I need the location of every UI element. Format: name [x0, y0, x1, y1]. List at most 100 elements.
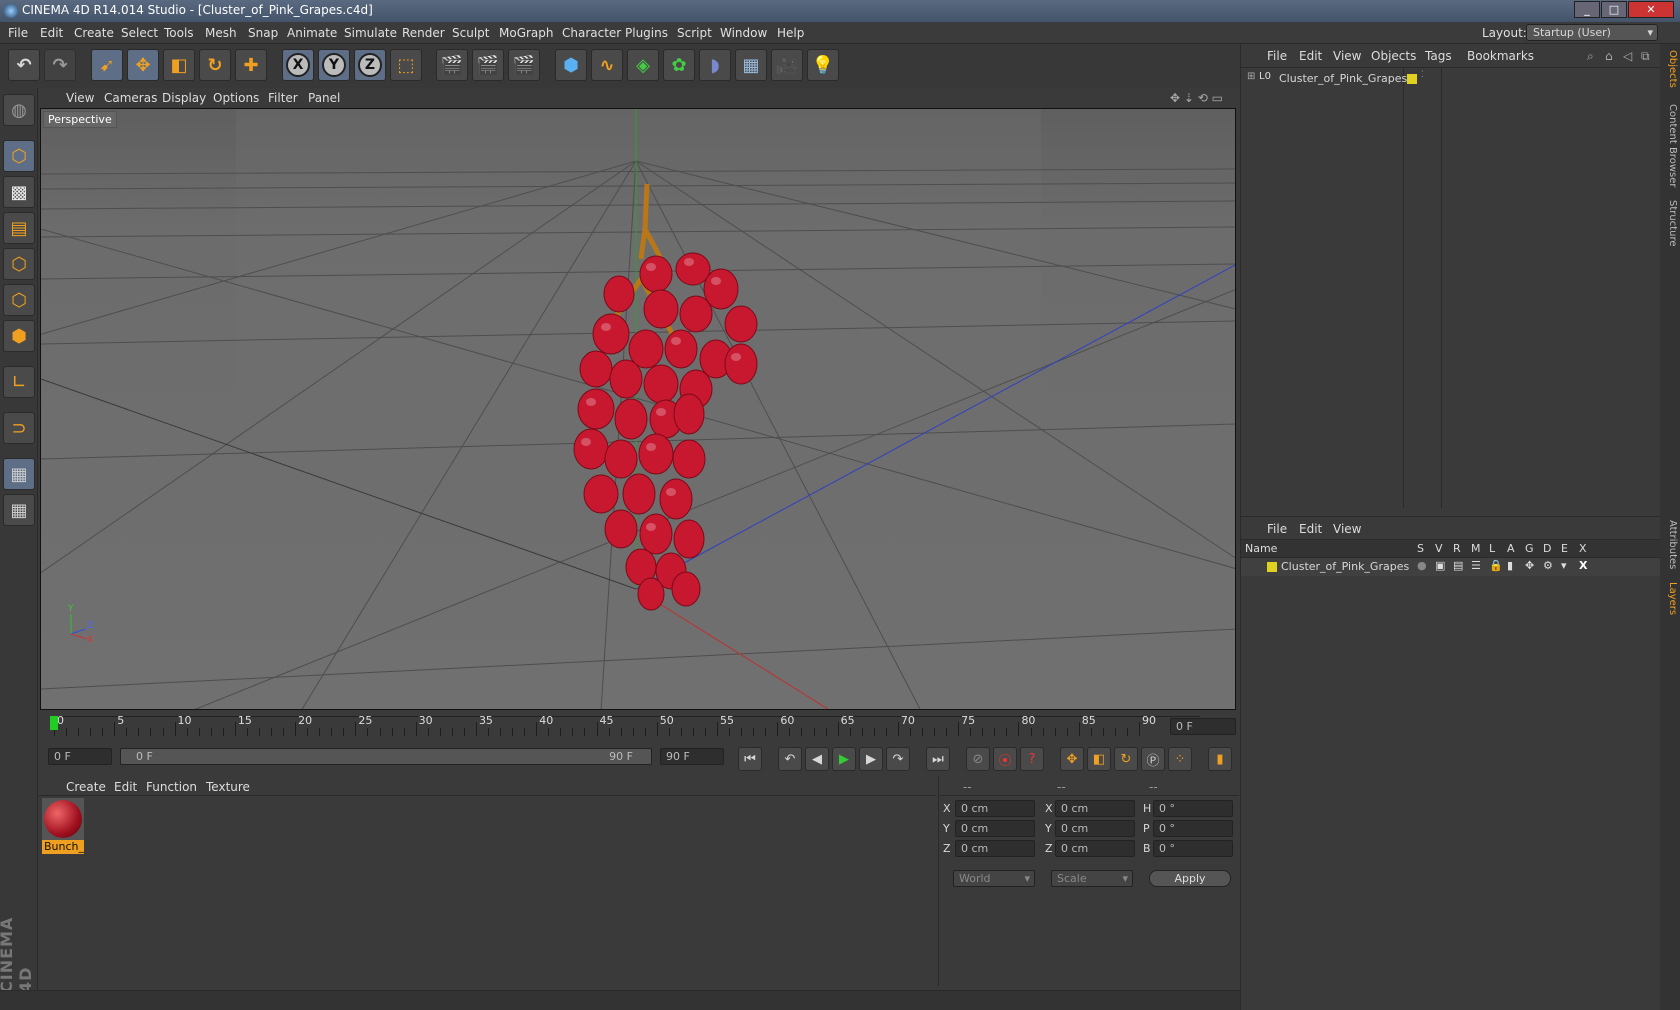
layer-color-icon[interactable] — [1267, 562, 1277, 572]
light-button[interactable]: 💡 — [807, 49, 839, 81]
menu-edit[interactable]: Edit — [40, 26, 63, 40]
key-position-button[interactable]: ✥ — [1060, 747, 1084, 771]
tab-structure[interactable]: Structure — [1662, 200, 1678, 247]
current-frame-field[interactable]: 0 F — [1170, 718, 1236, 735]
cube-primitive-button[interactable]: ⬢ — [555, 49, 587, 81]
previous-key-button[interactable]: ↶ — [778, 747, 802, 771]
view-toggle-icon[interactable]: ▣ — [1435, 559, 1445, 572]
autokey-button[interactable]: ⦿ — [993, 747, 1017, 771]
vp-menu-display[interactable]: Display — [162, 91, 206, 105]
vp-menu-filter[interactable]: Filter — [268, 91, 298, 105]
coord-scale-select[interactable]: Scale ▾ — [1051, 870, 1133, 887]
menu-create[interactable]: Create — [74, 26, 114, 40]
3d-viewport[interactable]: Perspective Y Z X — [40, 108, 1236, 710]
vp-menu-cameras[interactable]: Cameras — [104, 91, 157, 105]
menu-render[interactable]: Render — [402, 26, 445, 40]
obj-menu-tags[interactable]: Tags — [1425, 49, 1452, 63]
key-pla-button[interactable]: ⁘ — [1168, 747, 1192, 771]
maximize-button[interactable]: □ — [1601, 1, 1627, 18]
create-object-button[interactable]: ✚ — [235, 49, 267, 81]
redo-button[interactable]: ↷ — [44, 49, 76, 81]
col-generators[interactable]: G — [1525, 542, 1534, 555]
col-deformers[interactable]: D — [1543, 542, 1551, 555]
menu-tools[interactable]: Tools — [164, 26, 194, 40]
workplane-mode-button[interactable]: ▤ — [3, 212, 35, 244]
frame-range-slider[interactable]: 0 F 90 F — [120, 748, 652, 765]
deformer-toggle-icon[interactable]: ⚙ — [1543, 559, 1553, 572]
material-item[interactable]: Bunch_c — [42, 798, 84, 856]
render-toggle-icon[interactable]: ▤ — [1453, 559, 1463, 572]
tab-layers[interactable]: Layers — [1662, 582, 1678, 615]
z-axis-button[interactable]: Z — [354, 49, 386, 81]
menu-file[interactable]: File — [8, 26, 28, 40]
workplane-rotate-button[interactable]: ▦ — [3, 494, 35, 526]
pos-x-field[interactable]: 0 cm — [955, 800, 1035, 817]
keyframe-selection-button[interactable]: ? — [1020, 747, 1044, 771]
col-solo[interactable]: S — [1417, 542, 1424, 555]
col-expressions[interactable]: E — [1561, 542, 1568, 555]
obj-menu-edit[interactable]: Edit — [1299, 49, 1322, 63]
next-frame-button[interactable]: ▶ — [859, 747, 883, 771]
obj-menu-bookmarks[interactable]: Bookmarks — [1467, 49, 1534, 63]
col-name[interactable]: Name — [1245, 542, 1277, 555]
y-axis-button[interactable]: Y — [318, 49, 350, 81]
rot-b-field[interactable]: 0 ° — [1153, 840, 1233, 857]
layout-select[interactable]: Startup (User) ▾ — [1526, 24, 1658, 41]
end-frame-field[interactable]: 90 F — [660, 748, 724, 765]
array-button[interactable]: ✿ — [663, 49, 695, 81]
layer-menu-view[interactable]: View — [1333, 522, 1361, 536]
camera-button[interactable]: 🎥 — [771, 49, 803, 81]
close-button[interactable]: ✕ — [1628, 1, 1674, 18]
move-tool-button[interactable]: ✥ — [127, 49, 159, 81]
vp-menu-options[interactable]: Options — [213, 91, 259, 105]
col-animation[interactable]: A — [1507, 542, 1515, 555]
menu-animate[interactable]: Animate — [287, 26, 337, 40]
col-manager[interactable]: M — [1471, 542, 1481, 555]
visibility-dots-icon[interactable]: ⁚ — [1421, 70, 1424, 80]
record-keys-button[interactable]: ⊘ — [966, 747, 990, 771]
back-icon[interactable]: ◁ — [1623, 49, 1632, 63]
x-axis-button[interactable]: X — [282, 49, 314, 81]
menu-simulate[interactable]: Simulate — [344, 26, 397, 40]
playhead[interactable] — [50, 716, 58, 730]
floor-button[interactable]: ▦ — [735, 49, 767, 81]
edges-mode-button[interactable]: ⬡ — [3, 284, 35, 316]
home-icon[interactable]: ⌂ — [1605, 49, 1613, 63]
tab-content-browser[interactable]: Content Browser — [1662, 104, 1678, 187]
timeline-ruler[interactable]: 0 5 10 15 20 25 30 35 40 45 50 55 60 65 70 75 80 85 90 0 F — [38, 712, 1238, 740]
minimize-button[interactable]: _ — [1574, 1, 1600, 18]
manager-toggle-icon[interactable]: ☰ — [1471, 559, 1481, 572]
menu-plugins[interactable]: Plugins — [625, 26, 668, 40]
rot-p-field[interactable]: 0 ° — [1153, 820, 1233, 837]
layer-row[interactable]: Cluster_of_Pink_Grapes ● ▣ ▤ ☰ 🔒 ▮ ✥ ⚙ ▾… — [1241, 558, 1661, 576]
apply-button[interactable]: Apply — [1149, 870, 1231, 887]
obj-menu-file[interactable]: File — [1267, 49, 1287, 63]
menu-select[interactable]: Select — [121, 26, 158, 40]
tab-attributes[interactable]: Attributes — [1662, 520, 1678, 569]
play-button[interactable]: ▶ — [832, 747, 856, 771]
col-view[interactable]: V — [1435, 542, 1443, 555]
pos-z-field[interactable]: 0 cm — [955, 840, 1035, 857]
undo-button[interactable]: ↶ — [8, 49, 40, 81]
start-frame-field[interactable]: 0 F — [48, 748, 112, 765]
col-locked[interactable]: L — [1489, 542, 1495, 555]
col-render[interactable]: R — [1453, 542, 1461, 555]
points-mode-button[interactable]: ⬡ — [3, 248, 35, 280]
mat-menu-create[interactable]: Create — [66, 780, 106, 794]
obj-menu-objects[interactable]: Objects — [1371, 49, 1416, 63]
menu-sculpt[interactable]: Sculpt — [452, 26, 489, 40]
xref-toggle-icon[interactable]: X — [1579, 559, 1587, 572]
make-editable-button[interactable]: ◍ — [3, 94, 35, 126]
axis-mode-button[interactable]: ∟ — [3, 366, 35, 398]
coordinate-system-button[interactable]: ⬚ — [390, 49, 422, 81]
snap-button[interactable]: ⊃ — [3, 412, 35, 444]
vp-menu-panel[interactable]: Panel — [308, 91, 340, 105]
go-to-end-button[interactable]: ⏭ — [926, 747, 950, 771]
render-settings-button[interactable]: 🎬 — [508, 49, 540, 81]
timeline-window-button[interactable]: ▮ — [1208, 747, 1232, 771]
size-y-field[interactable]: 0 cm — [1055, 820, 1135, 837]
menu-help[interactable]: Help — [777, 26, 804, 40]
menu-mograph[interactable]: MoGraph — [499, 26, 554, 40]
texture-mode-button[interactable]: ▩ — [3, 176, 35, 208]
size-x-field[interactable]: 0 cm — [1055, 800, 1135, 817]
